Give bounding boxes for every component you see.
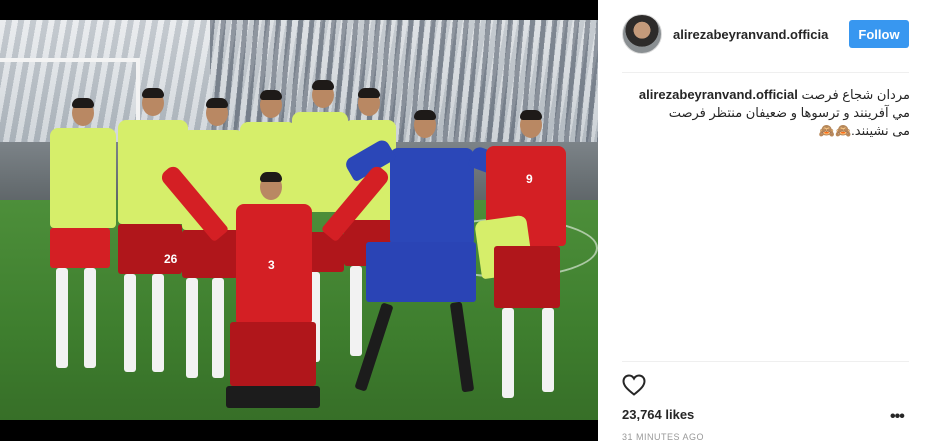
caption-emoji: 🙈🙈 bbox=[818, 123, 852, 138]
more-options-icon[interactable]: ••• bbox=[890, 409, 905, 425]
caption-line-1: مردان شجاع فرصت bbox=[801, 87, 910, 102]
divider bbox=[622, 361, 909, 362]
team-photo[interactable]: 26 9 3 bbox=[0, 20, 598, 420]
post-details-panel: alirezabeyranvand.officia Follow مردان ش… bbox=[598, 0, 928, 441]
heart-icon[interactable] bbox=[622, 374, 646, 396]
caption-line-3: مى نشينند. bbox=[851, 123, 910, 138]
post-caption: مردان شجاع فرصت alirezabeyranvand.offici… bbox=[620, 86, 910, 140]
divider bbox=[622, 72, 909, 73]
follow-button[interactable]: Follow bbox=[849, 20, 909, 48]
post-header: alirezabeyranvand.officia Follow bbox=[598, 0, 928, 72]
shirt-number-26: 26 bbox=[164, 252, 178, 266]
shirt-number-9: 9 bbox=[526, 172, 533, 186]
like-count[interactable]: 23,764 likes bbox=[622, 407, 694, 422]
username-link[interactable]: alirezabeyranvand.officia bbox=[673, 27, 828, 42]
avatar[interactable] bbox=[622, 14, 662, 54]
caption-username-link[interactable]: alirezabeyranvand.official bbox=[639, 87, 798, 102]
caption-line-2: مي آفرينند و ترسوها و ضعيفان منتظر فرصت bbox=[668, 105, 910, 120]
post-media: 26 9 3 bbox=[0, 0, 598, 441]
post-timestamp[interactable]: 31 MINUTES AGO bbox=[622, 432, 704, 441]
shirt-number-3: 3 bbox=[268, 258, 275, 272]
